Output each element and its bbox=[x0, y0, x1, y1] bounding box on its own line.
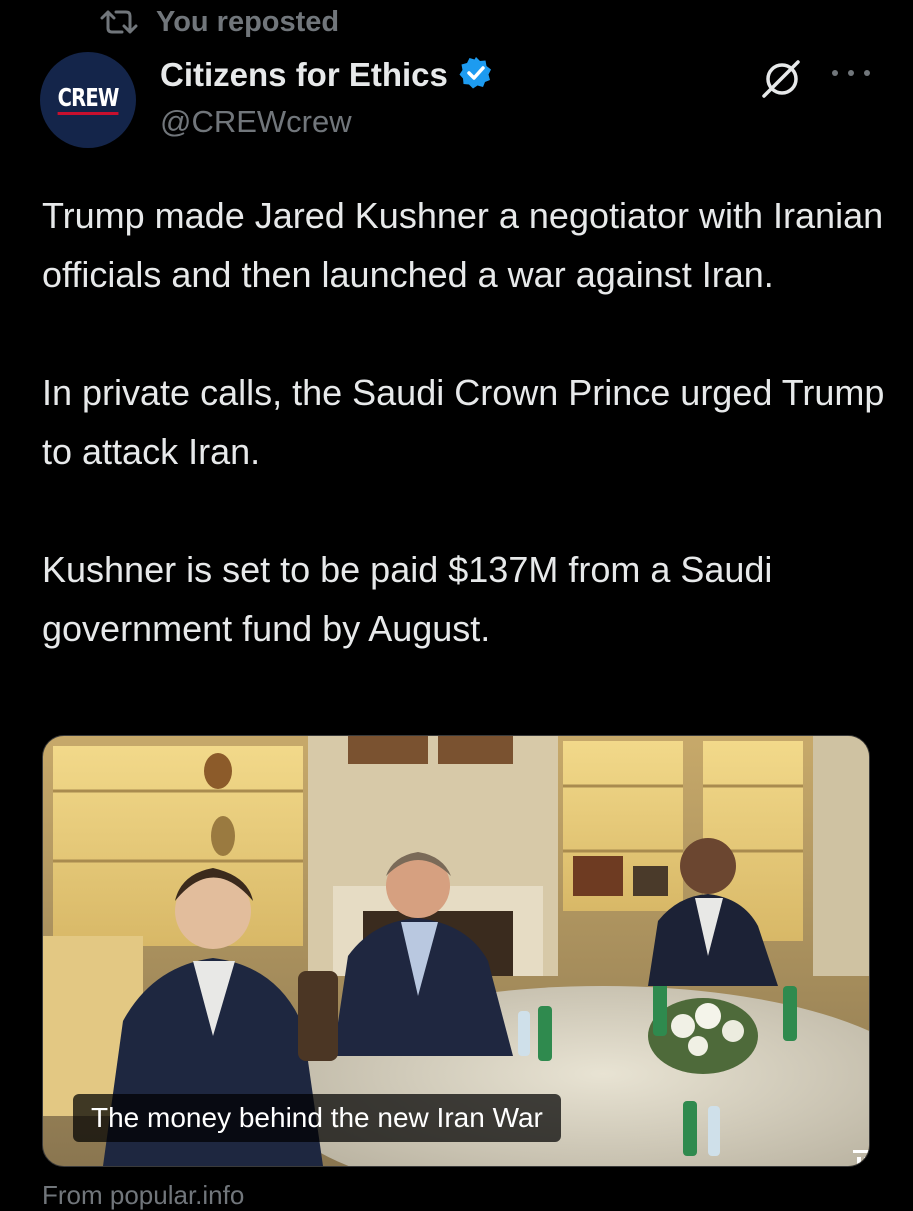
repost-label: You reposted bbox=[156, 5, 340, 38]
tweet-text: Trump made Jared Kushner a negotiator wi… bbox=[42, 186, 902, 717]
more-icon[interactable] bbox=[832, 58, 870, 88]
avatar-logo-text: CREW bbox=[57, 85, 119, 115]
more-dot bbox=[848, 70, 854, 76]
grok-icon[interactable] bbox=[760, 58, 806, 105]
more-dot bbox=[864, 70, 870, 76]
verified-badge-icon bbox=[458, 55, 494, 96]
media-caption: The money behind the new Iran War bbox=[73, 1094, 561, 1142]
author-name-row[interactable]: Citizens for Ethics bbox=[160, 54, 494, 96]
repost-icon bbox=[100, 8, 138, 36]
tweet-paragraph: Trump made Jared Kushner a negotiator wi… bbox=[42, 195, 884, 295]
link-source[interactable]: From popular.info bbox=[42, 1180, 244, 1211]
tweet-paragraph: Kushner is set to be paid $137M from a S… bbox=[42, 549, 773, 649]
repost-context[interactable]: You reposted bbox=[100, 2, 339, 42]
media-card[interactable]: The money behind the new Iran War bbox=[42, 735, 870, 1167]
tweet-paragraph: In private calls, the Saudi Crown Prince… bbox=[42, 372, 885, 472]
more-dot bbox=[832, 70, 838, 76]
avatar[interactable]: CREW bbox=[40, 52, 136, 148]
author-handle[interactable]: @CREWcrew bbox=[160, 104, 352, 140]
display-name[interactable]: Citizens for Ethics bbox=[160, 56, 448, 94]
